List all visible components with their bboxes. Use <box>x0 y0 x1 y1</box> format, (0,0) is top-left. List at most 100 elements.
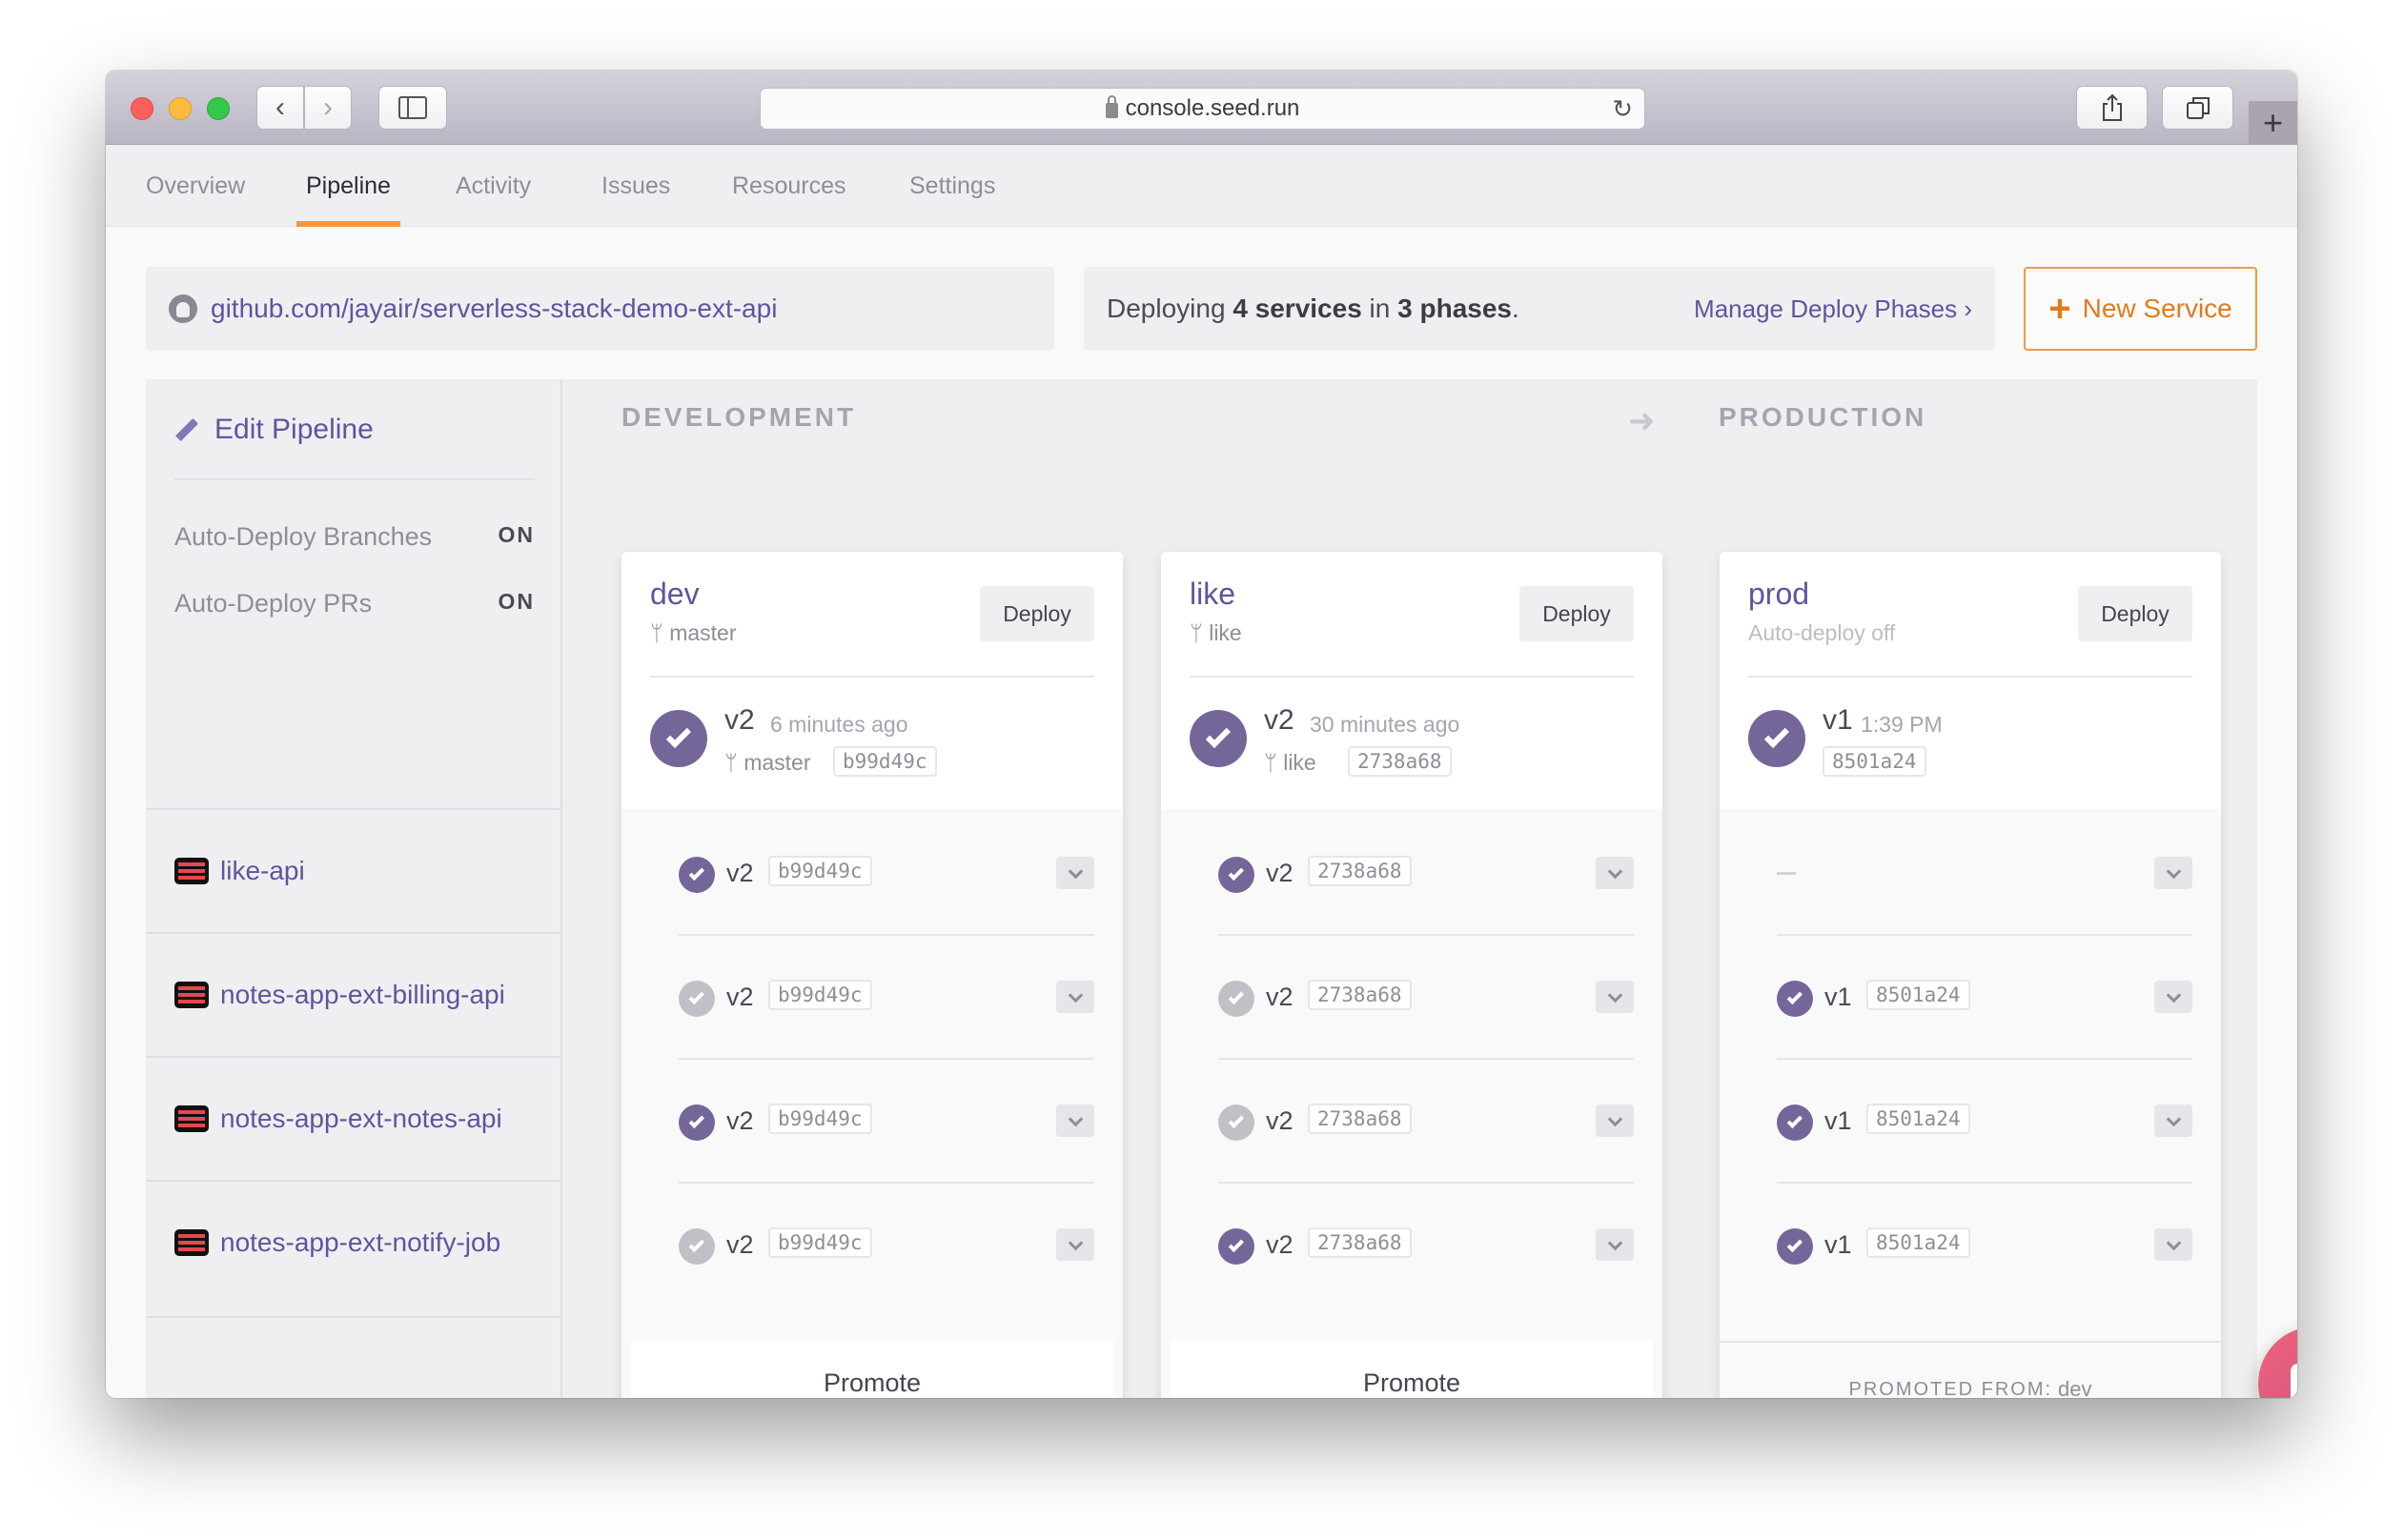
service-version[interactable]: v2 <box>1266 859 1294 888</box>
deploy-button[interactable]: Deploy <box>1519 586 1634 641</box>
service-commit[interactable]: 2738a68 <box>1308 980 1412 1010</box>
manage-deploy-phases-link[interactable]: Manage Deploy Phases › <box>1694 294 1972 324</box>
build-commit[interactable]: b99d49c <box>833 746 937 777</box>
branch-icon: ᛘ <box>724 750 738 775</box>
service-icon <box>174 982 209 1008</box>
build-version[interactable]: v1 <box>1823 704 1853 737</box>
promote-button[interactable]: Promote <box>1171 1339 1653 1398</box>
url-text: console.seed.run <box>1125 95 1300 121</box>
build-version[interactable]: v2 <box>724 704 755 737</box>
service-version[interactable]: v2 <box>726 1230 754 1260</box>
zoom-window-button[interactable] <box>207 97 230 120</box>
tab-issues[interactable]: Issues <box>601 145 670 227</box>
setting-auto-deploy-prs: Auto-Deploy PRs ON <box>174 589 535 618</box>
build-time: 1:39 PM <box>1861 712 1943 737</box>
build-commit[interactable]: 8501a24 <box>1823 746 1926 777</box>
stage-name[interactable]: prod <box>1748 577 1809 612</box>
arrow-right-icon: ➜ <box>1628 403 1656 439</box>
service-version[interactable]: v2 <box>726 983 754 1012</box>
service-version[interactable]: v2 <box>726 859 754 888</box>
service-version[interactable]: v1 <box>1824 1230 1852 1260</box>
build-success-icon <box>1748 710 1805 767</box>
service-commit[interactable]: 8501a24 <box>1866 1104 1970 1134</box>
chevron-down-icon[interactable] <box>1056 1104 1094 1137</box>
setting-label: Auto-Deploy Branches <box>174 522 433 551</box>
reload-icon[interactable]: ↻ <box>1612 94 1633 124</box>
chevron-down-icon[interactable] <box>1056 981 1094 1013</box>
chevron-down-icon[interactable] <box>1056 1228 1094 1261</box>
chevron-down-icon[interactable] <box>1056 857 1094 889</box>
edit-pipeline-label: Edit Pipeline <box>214 414 374 445</box>
service-commit[interactable]: b99d49c <box>768 980 872 1010</box>
tab-activity[interactable]: Activity <box>456 145 531 227</box>
chat-bubble-icon <box>2291 1364 2297 1398</box>
service-commit[interactable]: 2738a68 <box>1308 1227 1412 1258</box>
chevron-down-icon[interactable] <box>1596 1104 1634 1137</box>
chevron-down-icon[interactable] <box>2154 857 2192 889</box>
service-name: notes-app-ext-billing-api <box>220 980 505 1009</box>
stage-name[interactable]: like <box>1190 577 1235 612</box>
service-icon <box>174 1229 209 1256</box>
setting-value: ON <box>498 589 535 614</box>
service-version[interactable]: v1 <box>1824 983 1852 1012</box>
service-version[interactable]: v2 <box>1266 1106 1294 1136</box>
deploy-status-check-icon <box>1218 857 1254 893</box>
service-commit[interactable]: 8501a24 <box>1866 1227 1970 1258</box>
sidebar-toggle-button[interactable] <box>378 86 447 130</box>
service-commit[interactable]: b99d49c <box>768 856 872 886</box>
forward-button[interactable]: › <box>304 86 352 130</box>
chevron-down-icon[interactable] <box>2154 1228 2192 1261</box>
pipeline-sidebar: Edit Pipeline Auto-Deploy Branches ON Au… <box>146 379 562 1398</box>
deploy-button[interactable]: Deploy <box>980 586 1094 641</box>
service-name: like-api <box>220 856 305 885</box>
service-item-notify-job[interactable]: notes-app-ext-notify-job <box>146 1180 562 1304</box>
service-commit[interactable]: 2738a68 <box>1308 856 1412 886</box>
promote-button[interactable]: Promote <box>631 1339 1113 1398</box>
tab-pipeline[interactable]: Pipeline <box>296 145 400 227</box>
service-version[interactable]: v2 <box>1266 983 1294 1012</box>
close-window-button[interactable] <box>131 97 153 120</box>
chevron-down-icon[interactable] <box>2154 1104 2192 1137</box>
back-button[interactable]: ‹ <box>256 86 304 130</box>
lock-icon <box>1105 95 1118 118</box>
deploy-button[interactable]: Deploy <box>2078 586 2192 641</box>
service-commit[interactable]: b99d49c <box>768 1227 872 1258</box>
deploy-status-check-icon <box>1777 1228 1813 1265</box>
chevron-down-icon[interactable] <box>1596 981 1634 1013</box>
new-service-button[interactable]: + New Service <box>2024 267 2257 351</box>
share-button[interactable] <box>2076 86 2148 130</box>
service-item-like-api[interactable]: like-api <box>146 808 562 932</box>
build-version[interactable]: v2 <box>1264 704 1294 737</box>
deploy-status-check-icon <box>679 1104 715 1141</box>
service-version[interactable]: v1 <box>1824 1106 1852 1136</box>
chevron-down-icon[interactable] <box>2154 981 2192 1013</box>
service-commit[interactable]: 2738a68 <box>1308 1104 1412 1134</box>
chevron-down-icon[interactable] <box>1596 1228 1634 1261</box>
tab-settings[interactable]: Settings <box>909 145 995 227</box>
service-version[interactable]: v2 <box>726 1106 754 1136</box>
new-tab-button[interactable]: + <box>2249 101 2297 145</box>
service-commit[interactable]: 8501a24 <box>1866 980 1970 1010</box>
repo-url: github.com/jayair/serverless-stack-demo-… <box>211 294 778 323</box>
setting-value: ON <box>498 522 535 547</box>
service-deploy-row: v2 2738a68 <box>1218 1059 1634 1183</box>
build-commit[interactable]: 2738a68 <box>1348 746 1452 777</box>
service-item-notes-api[interactable]: notes-app-ext-notes-api <box>146 1056 562 1180</box>
minimize-window-button[interactable] <box>169 97 192 120</box>
title-bar: ‹ › console.seed.run ↻ + <box>106 71 2297 145</box>
address-bar[interactable]: console.seed.run ↻ <box>760 88 1645 130</box>
chevron-down-icon[interactable] <box>1596 857 1634 889</box>
show-tabs-button[interactable] <box>2162 86 2233 130</box>
service-commit[interactable]: b99d49c <box>768 1104 872 1134</box>
service-version[interactable]: v2 <box>1266 1230 1294 1260</box>
repo-link[interactable]: github.com/jayair/serverless-stack-demo-… <box>146 267 1054 351</box>
development-group-label: DEVELOPMENT <box>621 402 857 432</box>
tab-resources[interactable]: Resources <box>732 145 846 227</box>
tab-overview[interactable]: Overview <box>146 145 245 227</box>
edit-pipeline-link[interactable]: Edit Pipeline <box>174 414 374 446</box>
service-item-billing-api[interactable]: notes-app-ext-billing-api <box>146 932 562 1056</box>
stage-card-dev: dev ᛘ master Deploy v2 6 minutes ago ᛘ master… <box>621 552 1123 1398</box>
stage-name[interactable]: dev <box>650 577 700 612</box>
deploy-status-check-icon <box>1218 1228 1254 1265</box>
chat-widget-button[interactable] <box>2258 1327 2297 1398</box>
